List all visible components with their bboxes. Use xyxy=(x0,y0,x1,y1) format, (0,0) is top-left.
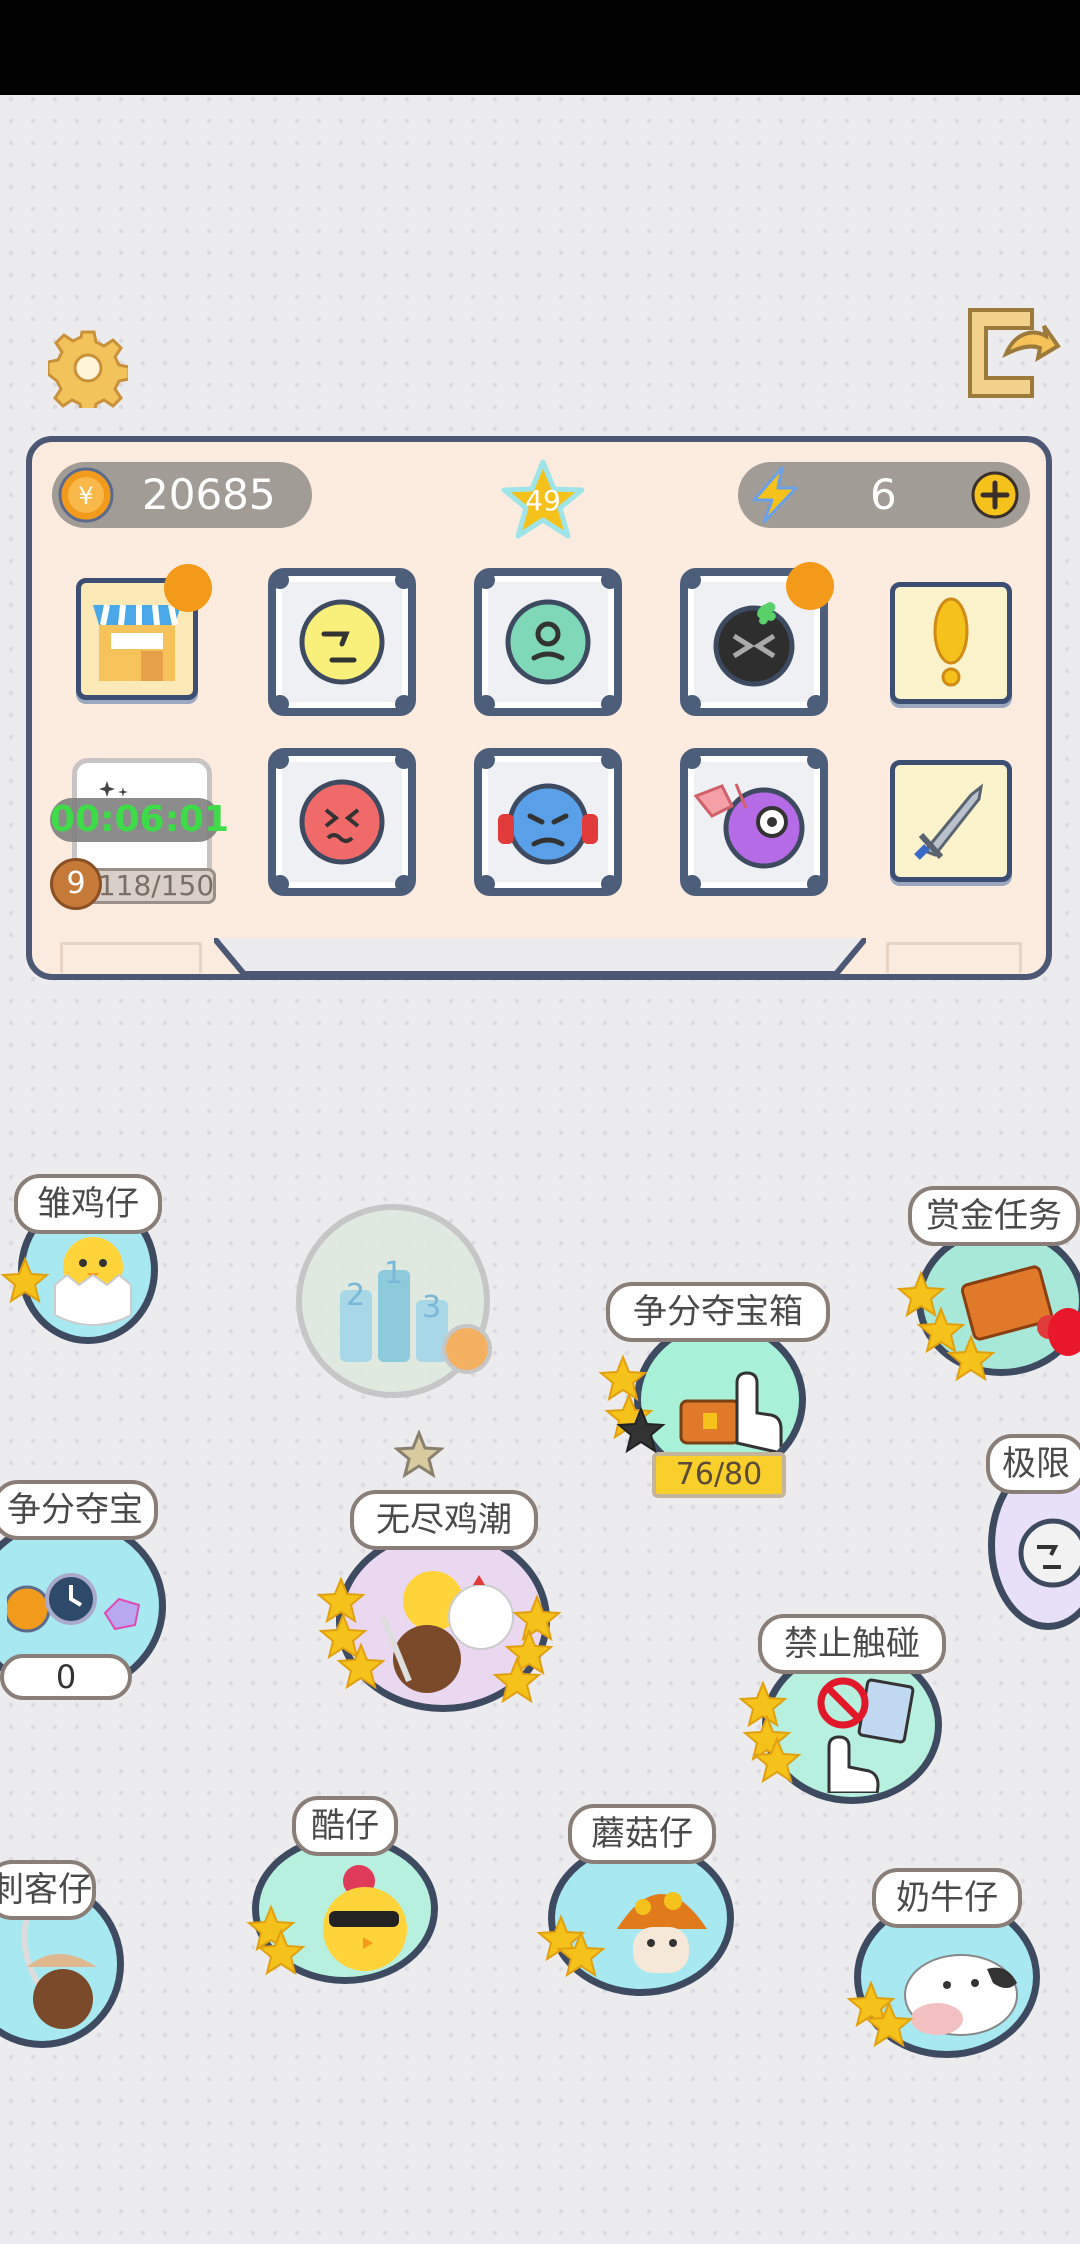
no-touch-hand-icon xyxy=(817,1677,915,1793)
level-label-mushroom[interactable]: 蘑菇仔 xyxy=(568,1804,716,1864)
green-face-icon xyxy=(505,599,591,685)
star-count: 49 xyxy=(525,484,561,517)
monster-card-5[interactable] xyxy=(474,748,622,896)
level-label-chick[interactable]: 雏鸡仔 xyxy=(14,1174,162,1234)
chest-progress-text: 118/150 xyxy=(97,869,215,902)
panel-decoration-left xyxy=(60,942,202,973)
level-label-swordsman[interactable]: 刺客仔 xyxy=(0,1860,96,1920)
star-icon xyxy=(336,1642,386,1690)
monster-card-2[interactable] xyxy=(474,568,622,716)
settings-gear-icon[interactable] xyxy=(48,328,128,408)
blue-headphone-face-icon xyxy=(498,783,598,865)
chick-icon xyxy=(54,1237,132,1326)
treasure-progress: 76/80 xyxy=(652,1452,786,1498)
sword-icon xyxy=(914,783,984,860)
chest-level-badge: 9 xyxy=(50,858,102,910)
hint-button[interactable] xyxy=(890,582,1012,704)
bomb-face-icon xyxy=(713,602,795,687)
bomb-notification-dot xyxy=(786,562,834,610)
exit-door-icon[interactable] xyxy=(962,302,1062,402)
svg-text:¥: ¥ xyxy=(78,482,93,510)
empty-star-icon xyxy=(616,1406,666,1454)
star-icon xyxy=(492,1656,542,1704)
mushroom-icon xyxy=(617,1892,707,1973)
star-icon xyxy=(556,1930,606,1978)
coin-icon: ¥ xyxy=(58,467,114,523)
level-label-cool[interactable]: 酷仔 xyxy=(292,1796,398,1856)
level-label-treasure[interactable]: 争分夺宝箱 xyxy=(606,1282,830,1342)
level-label-bounty[interactable]: 赏金任务 xyxy=(908,1186,1080,1246)
red-face-icon xyxy=(299,779,385,865)
monster-card-6[interactable] xyxy=(680,748,828,896)
rank-2: 2 xyxy=(346,1278,366,1313)
energy-amount: 6 xyxy=(870,470,897,519)
purple-bow-face-icon xyxy=(693,783,805,869)
coin-amount: 20685 xyxy=(142,470,276,519)
coin-clock-gem-icon xyxy=(7,1573,141,1633)
level-label-no-touch[interactable]: 禁止触碰 xyxy=(758,1614,946,1674)
leaderboard-badge xyxy=(442,1324,492,1374)
level-label-limit[interactable]: 极限 xyxy=(986,1434,1080,1494)
bounty-alert-dot xyxy=(1048,1308,1080,1356)
add-energy-button[interactable] xyxy=(970,470,1020,520)
cool-chick-icon xyxy=(323,1865,407,1971)
panel-bottom-notch xyxy=(214,938,866,977)
race-count: 0 xyxy=(0,1654,132,1700)
panel-decoration-right xyxy=(886,942,1022,973)
chest-timer: 00:06:01 xyxy=(50,799,230,840)
lightning-icon xyxy=(752,466,798,524)
level-label-race[interactable]: 争分夺宝 xyxy=(0,1480,158,1540)
star-icon xyxy=(864,2000,914,2048)
star-outline-icon xyxy=(394,1430,444,1479)
star-icon xyxy=(946,1334,996,1382)
level-label-cow[interactable]: 奶牛仔 xyxy=(872,1868,1022,1928)
level-label-endless[interactable]: 无尽鸡潮 xyxy=(350,1490,538,1550)
exclamation-icon xyxy=(933,597,969,687)
rank-3: 3 xyxy=(422,1290,442,1325)
grey-face-icon xyxy=(1018,1518,1080,1588)
monster-card-4[interactable] xyxy=(268,748,416,896)
swordsman-chicken-icon xyxy=(21,1916,97,2029)
star-icon xyxy=(0,1256,50,1304)
shop-notification-dot xyxy=(164,564,212,612)
coin-counter: ¥ 20685 xyxy=(52,462,312,528)
energy-counter: 6 xyxy=(738,462,1030,528)
treasure-chest-icon xyxy=(679,1371,783,1455)
yellow-face-icon xyxy=(299,599,385,685)
status-bar xyxy=(0,0,1080,95)
star-icon xyxy=(256,1928,306,1976)
star-icon xyxy=(752,1736,802,1784)
sword-button[interactable] xyxy=(890,760,1012,882)
monster-card-1[interactable] xyxy=(268,568,416,716)
rank-1: 1 xyxy=(384,1256,404,1291)
